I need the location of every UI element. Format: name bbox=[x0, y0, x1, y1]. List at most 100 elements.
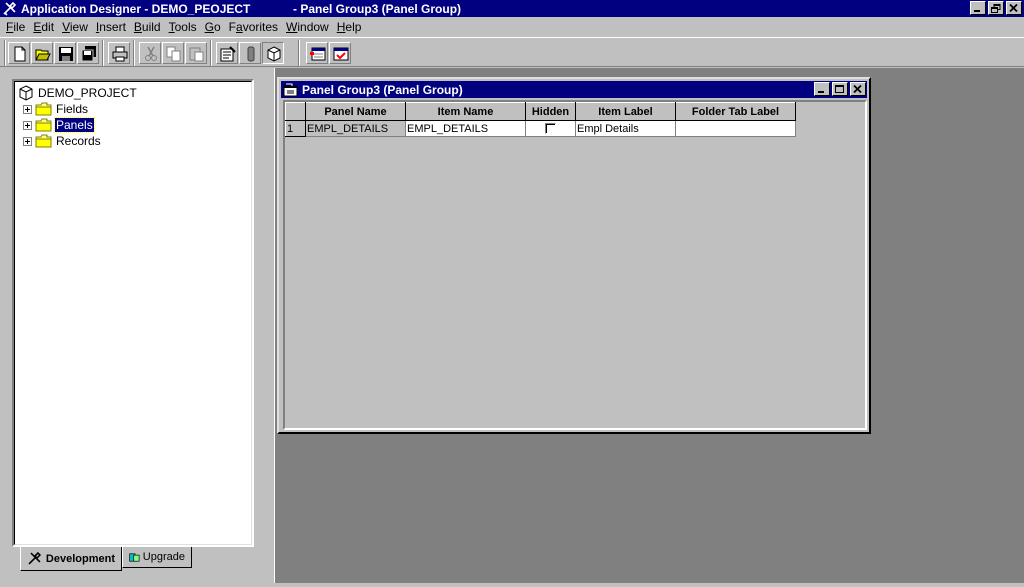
hidden-checkbox[interactable] bbox=[545, 123, 556, 135]
menu-view[interactable]: View bbox=[58, 20, 92, 34]
paste-button[interactable] bbox=[185, 42, 207, 64]
tab-upgrade[interactable]: Upgrade bbox=[122, 547, 192, 568]
tree-root-project[interactable]: DEMO_PROJECT bbox=[18, 85, 138, 101]
folder-icon bbox=[35, 134, 52, 148]
tab-development[interactable]: Development bbox=[20, 547, 122, 571]
tab-label: Upgrade bbox=[142, 551, 185, 563]
save-button[interactable] bbox=[54, 42, 76, 64]
grid-corner[interactable] bbox=[285, 102, 306, 121]
open-button[interactable] bbox=[31, 42, 53, 64]
paste-icon bbox=[189, 47, 204, 62]
print-button[interactable] bbox=[108, 42, 130, 64]
cell-folder-tab-label[interactable] bbox=[675, 120, 796, 137]
close-icon bbox=[1009, 4, 1018, 13]
validate-button[interactable] bbox=[329, 42, 351, 64]
panel-group-grid: Panel Name Item Name Hidden Item Label F… bbox=[285, 102, 796, 137]
copy-button[interactable] bbox=[162, 42, 184, 64]
toolbar-separator bbox=[133, 40, 135, 66]
table-row: 1 EMPL_DETAILS EMPL_DETAILS Empl Details bbox=[285, 120, 796, 137]
cell-hidden bbox=[525, 120, 576, 137]
tree-root-label: DEMO_PROJECT bbox=[38, 86, 137, 100]
expand-icon[interactable] bbox=[23, 104, 32, 114]
development-icon bbox=[28, 551, 42, 565]
find-button[interactable] bbox=[239, 42, 261, 64]
folder-icon bbox=[35, 118, 52, 132]
menu-window[interactable]: Window bbox=[282, 20, 333, 34]
properties-icon bbox=[220, 46, 236, 62]
project-icon bbox=[267, 46, 281, 62]
child-minimize-button[interactable] bbox=[814, 82, 830, 96]
toolbar-separator bbox=[298, 40, 300, 66]
new-icon bbox=[14, 46, 26, 62]
restore-button[interactable] bbox=[988, 1, 1004, 15]
column-header-panel-name[interactable]: Panel Name bbox=[305, 102, 406, 121]
menu-go[interactable]: Go bbox=[201, 20, 225, 34]
save-icon bbox=[59, 47, 73, 61]
cell-item-label[interactable]: Empl Details bbox=[575, 120, 676, 137]
tree-node-panels[interactable]: Panels bbox=[23, 117, 95, 133]
cell-panel-name[interactable]: EMPL_DETAILS bbox=[305, 120, 406, 137]
column-header-hidden[interactable]: Hidden bbox=[525, 102, 576, 121]
folder-icon bbox=[35, 102, 52, 116]
tree-node-label: Records bbox=[56, 134, 101, 148]
column-header-item-label[interactable]: Item Label bbox=[575, 102, 676, 121]
project-tree-frame: DEMO_PROJECT Fields Panels Records bbox=[12, 79, 254, 547]
mdi-workspace: Panel Group3 (Panel Group) Panel Name It… bbox=[274, 68, 1024, 583]
print-icon bbox=[112, 46, 128, 62]
panel-group-icon bbox=[283, 83, 298, 96]
properties-button[interactable] bbox=[216, 42, 238, 64]
project-tree[interactable]: DEMO_PROJECT Fields Panels Records bbox=[14, 81, 252, 545]
menu-insert[interactable]: Insert bbox=[92, 20, 130, 34]
expand-icon[interactable] bbox=[23, 120, 32, 130]
tree-node-label: Panels bbox=[54, 117, 95, 133]
new-button[interactable] bbox=[8, 42, 30, 64]
child-close-button[interactable] bbox=[850, 82, 866, 96]
application-designer-icon bbox=[3, 1, 17, 16]
menu-favorites[interactable]: Favorites bbox=[225, 20, 282, 34]
column-header-item-name[interactable]: Item Name bbox=[405, 102, 526, 121]
insert-panel-button[interactable] bbox=[306, 42, 328, 64]
toolbar-separator bbox=[4, 40, 6, 66]
tab-label: Development bbox=[45, 552, 115, 565]
document-title: - Panel Group3 (Panel Group) bbox=[293, 1, 462, 16]
minimize-icon bbox=[974, 10, 980, 12]
menu-tools[interactable]: Tools bbox=[165, 20, 201, 34]
cut-button[interactable] bbox=[139, 42, 161, 64]
minimize-button[interactable] bbox=[970, 1, 986, 15]
cell-item-name[interactable]: EMPL_DETAILS bbox=[405, 120, 526, 137]
close-button[interactable] bbox=[1006, 1, 1022, 15]
insert-panel-icon bbox=[310, 47, 326, 61]
toolbar bbox=[0, 37, 1024, 67]
tree-node-fields[interactable]: Fields bbox=[23, 101, 89, 117]
open-icon bbox=[35, 49, 51, 61]
column-header-folder-tab-label[interactable]: Folder Tab Label bbox=[675, 102, 796, 121]
tree-node-records[interactable]: Records bbox=[23, 133, 102, 149]
copy-icon bbox=[166, 46, 181, 62]
app-title-bar: Application Designer - DEMO_PEOJECT - Pa… bbox=[0, 0, 1024, 17]
panel-group-window: Panel Group3 (Panel Group) Panel Name It… bbox=[277, 77, 871, 434]
child-title-bar[interactable]: Panel Group3 (Panel Group) bbox=[281, 81, 867, 98]
menu-help[interactable]: Help bbox=[333, 20, 366, 34]
project-button[interactable] bbox=[262, 42, 284, 64]
panel-group-grid-area: Panel Name Item Name Hidden Item Label F… bbox=[283, 100, 867, 430]
validate-icon bbox=[333, 47, 349, 61]
menu-bar: File Edit View Insert Build Tools Go Fav… bbox=[0, 17, 1024, 37]
project-workspace: DEMO_PROJECT Fields Panels Records Devel… bbox=[0, 68, 272, 583]
save-all-icon bbox=[81, 46, 96, 62]
expand-icon[interactable] bbox=[23, 136, 32, 146]
save-all-button[interactable] bbox=[77, 42, 99, 64]
child-maximize-button[interactable] bbox=[832, 82, 848, 96]
project-icon bbox=[19, 85, 33, 101]
toolbar-separator bbox=[210, 40, 212, 66]
toolbar-separator bbox=[102, 40, 104, 66]
row-number[interactable]: 1 bbox=[285, 120, 306, 137]
find-icon bbox=[247, 46, 255, 62]
close-icon bbox=[853, 85, 862, 94]
maximize-icon bbox=[835, 85, 844, 93]
upgrade-icon bbox=[129, 552, 140, 562]
menu-build[interactable]: Build bbox=[130, 20, 165, 34]
child-title: Panel Group3 (Panel Group) bbox=[302, 82, 463, 97]
menu-file[interactable]: File bbox=[2, 20, 29, 34]
cut-icon bbox=[145, 46, 157, 61]
menu-edit[interactable]: Edit bbox=[29, 20, 58, 34]
